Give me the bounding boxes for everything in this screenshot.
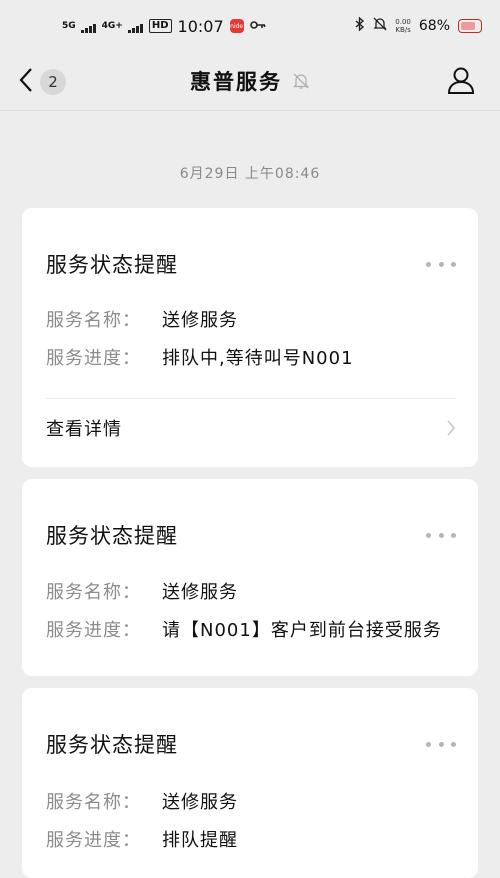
service-status-card[interactable]: 服务状态提醒 服务名称： 送修服务 服务进度： 请【N001】客户到前台接受服务 xyxy=(22,479,478,676)
service-status-card[interactable]: 服务状态提醒 服务名称： 送修服务 服务进度： 排队提醒 xyxy=(22,688,478,878)
app-notification-icon: nide xyxy=(229,19,244,33)
service-status-card[interactable]: 服务状态提醒 服务名称： 送修服务 服务进度： 排队中,等待叫号N001 查看详… xyxy=(22,208,478,467)
card-header: 服务状态提醒 xyxy=(46,242,456,286)
hd-voice-icon: HD xyxy=(148,19,172,33)
view-details-link[interactable]: 查看详情 xyxy=(46,399,456,457)
more-options-button[interactable] xyxy=(426,254,456,274)
service-progress-row: 服务进度： 排队中,等待叫号N001 xyxy=(46,338,456,376)
service-name-row: 服务名称： 送修服务 xyxy=(46,300,456,338)
nav-bar: 2 惠普服务 xyxy=(0,52,500,110)
profile-button[interactable] xyxy=(446,65,476,99)
chevron-right-icon xyxy=(446,419,456,437)
status-bar: 5G 4G+ HD 10:07 nide 0.00 KB/s 68% xyxy=(0,0,500,52)
field-value: 送修服务 xyxy=(162,792,238,813)
speed-value: 0.00 xyxy=(395,18,411,26)
service-progress-row: 服务进度： 请【N001】客户到前台接受服务 xyxy=(46,610,456,648)
card-title: 服务状态提醒 xyxy=(46,733,178,757)
clock: 10:07 xyxy=(177,16,224,36)
field-label: 服务名称： xyxy=(46,792,141,813)
signal-icon xyxy=(127,23,143,33)
network-speed: 0.00 KB/s xyxy=(395,18,411,34)
unread-count-badge: 2 xyxy=(40,69,66,95)
view-details-label: 查看详情 xyxy=(46,419,122,440)
service-name-row: 服务名称： 送修服务 xyxy=(46,572,456,610)
field-value: 排队中,等待叫号N001 xyxy=(162,348,354,369)
field-value: 请【N001】客户到前台接受服务 xyxy=(162,620,442,641)
key-icon xyxy=(249,19,266,34)
field-value: 送修服务 xyxy=(162,310,238,331)
mute-icon xyxy=(373,17,387,35)
service-progress-row: 服务进度： 排队提醒 xyxy=(46,820,456,858)
battery-icon xyxy=(458,19,482,33)
signal-4g: 4G+ xyxy=(101,20,143,33)
field-label: 服务名称： xyxy=(46,582,141,603)
field-label: 服务名称： xyxy=(46,310,141,331)
signal-icon xyxy=(80,23,96,33)
card-title: 服务状态提醒 xyxy=(46,524,178,548)
bell-off-icon xyxy=(292,72,310,90)
field-value: 送修服务 xyxy=(162,582,238,603)
more-options-button[interactable] xyxy=(426,525,456,545)
battery-percent: 68% xyxy=(418,18,450,34)
network-type-label: 5G xyxy=(62,20,76,31)
back-icon xyxy=(18,67,34,97)
service-name-row: 服务名称： 送修服务 xyxy=(46,782,456,820)
field-label: 服务进度： xyxy=(46,620,141,641)
network-type-label: 4G+ xyxy=(101,20,123,31)
signal-5g: 5G xyxy=(62,20,96,33)
field-label: 服务进度： xyxy=(46,348,141,369)
bluetooth-icon xyxy=(355,16,365,35)
nav-divider xyxy=(0,110,500,111)
profile-icon xyxy=(446,67,476,99)
page-title: 惠普服务 xyxy=(190,70,282,94)
back-button[interactable]: 2 xyxy=(18,62,78,102)
card-header: 服务状态提醒 xyxy=(46,513,456,557)
message-timestamp: 6月29日 上午08:46 xyxy=(179,166,321,182)
card-title: 服务状态提醒 xyxy=(46,253,178,277)
field-value: 排队提醒 xyxy=(162,830,238,851)
card-header: 服务状态提醒 xyxy=(46,722,456,766)
speed-unit: KB/s xyxy=(395,26,411,34)
more-options-button[interactable] xyxy=(426,734,456,754)
field-label: 服务进度： xyxy=(46,830,141,851)
